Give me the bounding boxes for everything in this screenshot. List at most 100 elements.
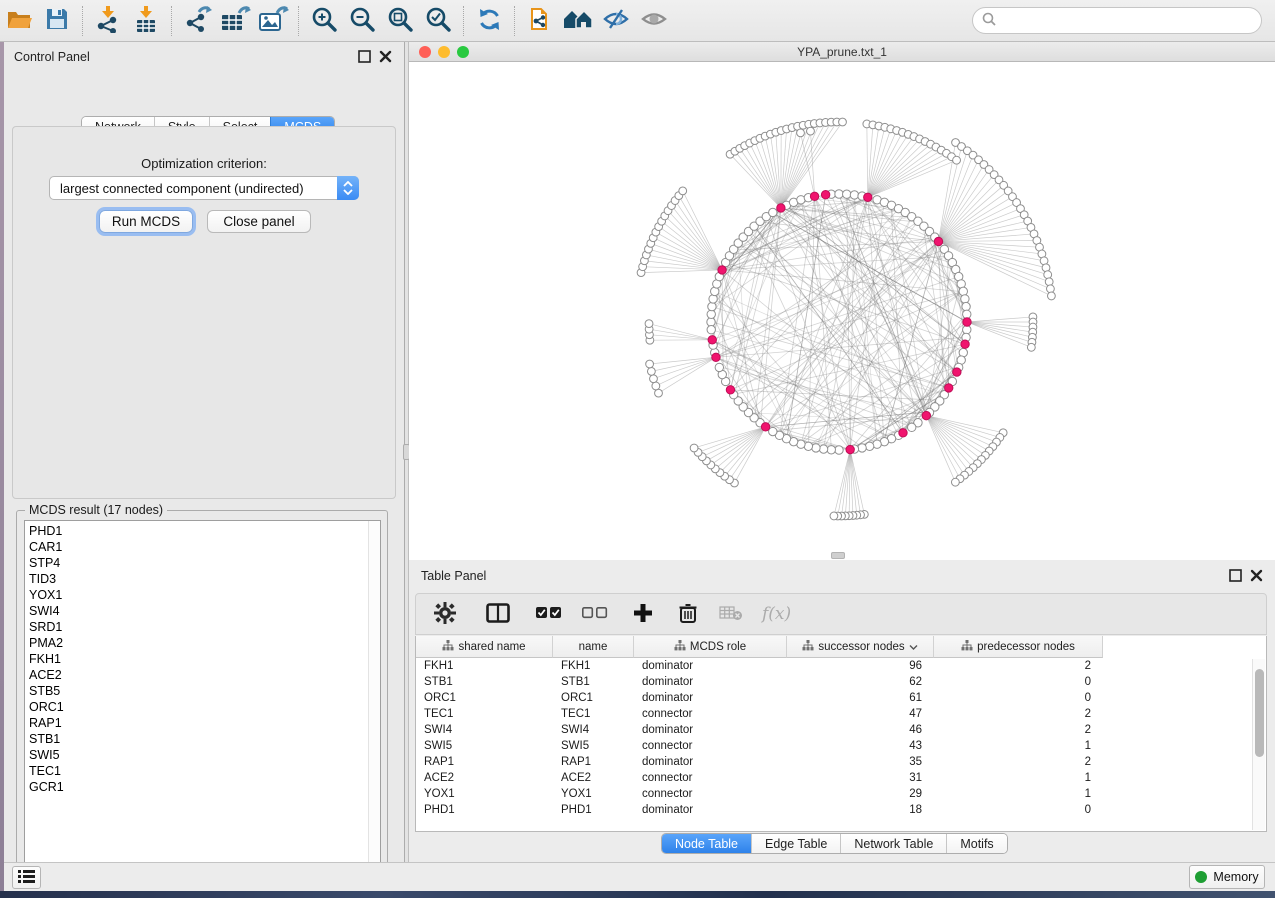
table-row[interactable]: PHD1PHD1dominator180: [416, 802, 1266, 818]
network-node[interactable]: [908, 423, 916, 431]
toggle-birdseye-button[interactable]: [637, 5, 671, 37]
leaf-node[interactable]: [1044, 271, 1052, 279]
list-item[interactable]: RAP1: [25, 715, 368, 731]
delete-column-button[interactable]: [674, 597, 702, 631]
list-scrollbar[interactable]: [368, 521, 380, 871]
table-float-button[interactable]: [1229, 569, 1242, 582]
mcds-hub-node[interactable]: [864, 193, 872, 201]
select-all-button[interactable]: [532, 597, 566, 631]
mcds-hub-node[interactable]: [708, 336, 716, 344]
leaf-node[interactable]: [1045, 278, 1053, 286]
table-row[interactable]: YOX1YOX1connector291: [416, 786, 1266, 802]
table-scrollbar[interactable]: [1252, 659, 1265, 830]
mcds-hub-node[interactable]: [961, 340, 969, 348]
create-column-button[interactable]: [628, 597, 658, 631]
export-network-button[interactable]: [180, 5, 214, 37]
list-item[interactable]: CAR1: [25, 539, 368, 555]
network-node[interactable]: [715, 363, 723, 371]
show-columns-button[interactable]: [482, 597, 514, 631]
mcds-hub-node[interactable]: [934, 237, 942, 245]
hide-panels-button[interactable]: [599, 5, 633, 37]
zoom-fit-button[interactable]: [383, 5, 417, 37]
list-item[interactable]: STB5: [25, 683, 368, 699]
search-field[interactable]: [972, 7, 1262, 34]
leaf-node[interactable]: [830, 512, 838, 520]
close-panel-action-button[interactable]: Close panel: [207, 210, 311, 233]
table-row[interactable]: STB1STB1dominator620: [416, 674, 1266, 690]
export-image-button[interactable]: [256, 5, 290, 37]
zoom-in-button[interactable]: [307, 5, 341, 37]
leaf-node[interactable]: [953, 156, 961, 164]
task-history-button[interactable]: [12, 866, 41, 889]
search-input[interactable]: [997, 11, 1261, 31]
leaf-node[interactable]: [690, 444, 698, 452]
mcds-hub-node[interactable]: [712, 353, 720, 361]
mcds-hub-node[interactable]: [922, 411, 930, 419]
close-panel-button[interactable]: [379, 50, 392, 63]
network-node[interactable]: [963, 310, 971, 318]
horizontal-splitter-handle[interactable]: [831, 552, 845, 559]
mcds-hub-node[interactable]: [963, 318, 971, 326]
network-node[interactable]: [843, 190, 851, 198]
list-item[interactable]: PMA2: [25, 635, 368, 651]
list-item[interactable]: FKH1: [25, 651, 368, 667]
list-item[interactable]: TID3: [25, 571, 368, 587]
table-close-button[interactable]: [1250, 569, 1263, 582]
network-node[interactable]: [835, 190, 843, 198]
leaf-node[interactable]: [646, 360, 654, 368]
network-node[interactable]: [819, 445, 827, 453]
network-node[interactable]: [812, 444, 820, 452]
table-tab-node-table[interactable]: Node Table: [662, 834, 751, 853]
save-session-button[interactable]: [40, 5, 74, 37]
list-item[interactable]: TEC1: [25, 763, 368, 779]
export-table-button[interactable]: [218, 5, 252, 37]
network-node[interactable]: [827, 446, 835, 454]
table-scrollbar-thumb[interactable]: [1255, 669, 1264, 757]
float-panel-button[interactable]: [358, 50, 371, 63]
mcds-hub-node[interactable]: [718, 266, 726, 274]
leaf-node[interactable]: [650, 375, 658, 383]
leaf-node[interactable]: [951, 478, 959, 486]
run-mcds-button[interactable]: Run MCDS: [99, 210, 193, 233]
network-node[interactable]: [707, 310, 715, 318]
leaf-node[interactable]: [679, 187, 687, 195]
network-node[interactable]: [961, 295, 969, 303]
network-node[interactable]: [962, 302, 970, 310]
import-network-button[interactable]: [91, 5, 125, 37]
table-tab-motifs[interactable]: Motifs: [946, 834, 1006, 853]
apply-layout-button[interactable]: [472, 5, 506, 37]
table-row[interactable]: RAP1RAP1dominator352: [416, 754, 1266, 770]
list-item[interactable]: ACE2: [25, 667, 368, 683]
leaf-node[interactable]: [1047, 285, 1055, 293]
import-table-button[interactable]: [129, 5, 163, 37]
mcds-hub-node[interactable]: [945, 384, 953, 392]
network-node[interactable]: [835, 446, 843, 454]
criterion-dropdown[interactable]: largest connected component (undirected): [49, 176, 359, 200]
list-item[interactable]: SWI5: [25, 747, 368, 763]
mcds-hub-node[interactable]: [953, 368, 961, 376]
column-header-name[interactable]: name: [553, 636, 634, 658]
table-row[interactable]: FKH1FKH1dominator962: [416, 658, 1266, 674]
table-tab-edge-table[interactable]: Edge Table: [751, 834, 840, 853]
list-item[interactable]: SWI4: [25, 603, 368, 619]
leaf-node[interactable]: [807, 127, 815, 135]
list-item[interactable]: YOX1: [25, 587, 368, 603]
column-header-MCDS-role[interactable]: MCDS role: [634, 636, 787, 658]
mcds-hub-node[interactable]: [810, 192, 818, 200]
table-row[interactable]: SWI5SWI5connector431: [416, 738, 1266, 754]
network-canvas[interactable]: [409, 63, 1275, 560]
list-item[interactable]: STB1: [25, 731, 368, 747]
deselect-all-button[interactable]: [578, 597, 612, 631]
table-row[interactable]: TEC1TEC1connector472: [416, 706, 1266, 722]
column-header-successor-nodes[interactable]: successor nodes: [787, 636, 934, 658]
leaf-node[interactable]: [652, 382, 660, 390]
network-node[interactable]: [708, 302, 716, 310]
list-item[interactable]: STP4: [25, 555, 368, 571]
mcds-hub-node[interactable]: [777, 204, 785, 212]
open-file-button[interactable]: [2, 5, 36, 37]
list-item[interactable]: SRD1: [25, 619, 368, 635]
memory-button[interactable]: Memory: [1189, 865, 1265, 889]
network-node[interactable]: [707, 326, 715, 334]
network-node[interactable]: [963, 326, 971, 334]
mcds-hub-node[interactable]: [761, 423, 769, 431]
